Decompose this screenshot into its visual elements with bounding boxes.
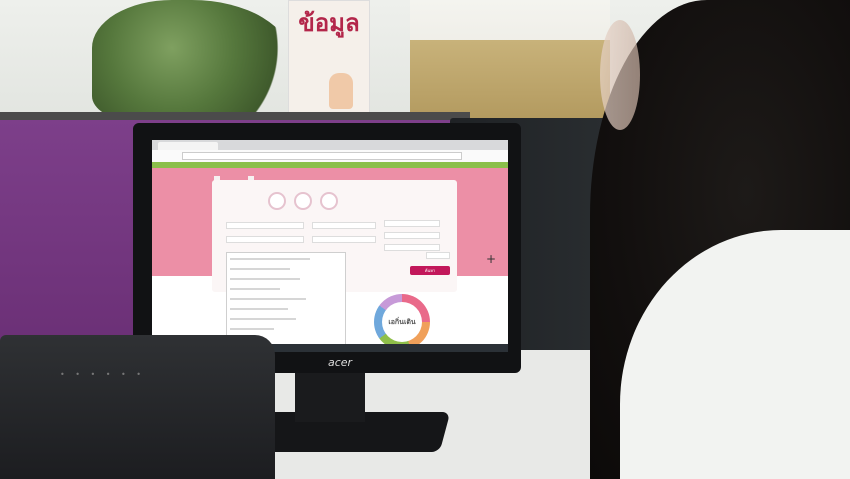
checkbox-option-1[interactable] (384, 220, 440, 227)
add-icon[interactable]: + (486, 253, 496, 265)
wooden-cabinet (410, 40, 610, 120)
browser-tab[interactable] (158, 142, 218, 150)
address-bar[interactable] (182, 152, 462, 160)
donut-center-label: เอกิ่นเติน (382, 302, 422, 342)
list-item[interactable] (230, 278, 300, 280)
category-icon-2[interactable] (294, 192, 312, 210)
list-item[interactable] (230, 288, 280, 290)
list-item[interactable] (230, 258, 310, 260)
monitor-screen: ค้นหา + เอกิ่นเติน (152, 140, 508, 352)
list-item[interactable] (230, 298, 306, 300)
monitor-stand-neck (295, 372, 365, 422)
list-item[interactable] (230, 328, 274, 330)
category-icon-3[interactable] (320, 192, 338, 210)
poster-figure (329, 73, 353, 109)
monitor-brand-logo: acer (327, 356, 353, 369)
checkbox-option-2[interactable] (384, 232, 440, 239)
wall-poster: ข้อมูล (288, 0, 370, 120)
reset-button[interactable] (426, 252, 450, 259)
list-item[interactable] (230, 268, 290, 270)
checkbox-option-3[interactable] (384, 244, 440, 251)
select-field-4[interactable] (312, 236, 376, 243)
search-button[interactable]: ค้นหา (410, 266, 450, 275)
list-item[interactable] (230, 308, 288, 310)
select-field-3[interactable] (226, 236, 304, 243)
category-icon-1[interactable] (268, 192, 286, 210)
printer-buttons: • • • • • • (60, 370, 146, 379)
potted-plant (92, 0, 292, 120)
person-cheek (600, 20, 640, 130)
poster-title: ข้อมูล (298, 9, 360, 37)
list-item[interactable] (230, 318, 296, 320)
select-field-1[interactable] (226, 222, 304, 229)
select-field-2[interactable] (312, 222, 376, 229)
